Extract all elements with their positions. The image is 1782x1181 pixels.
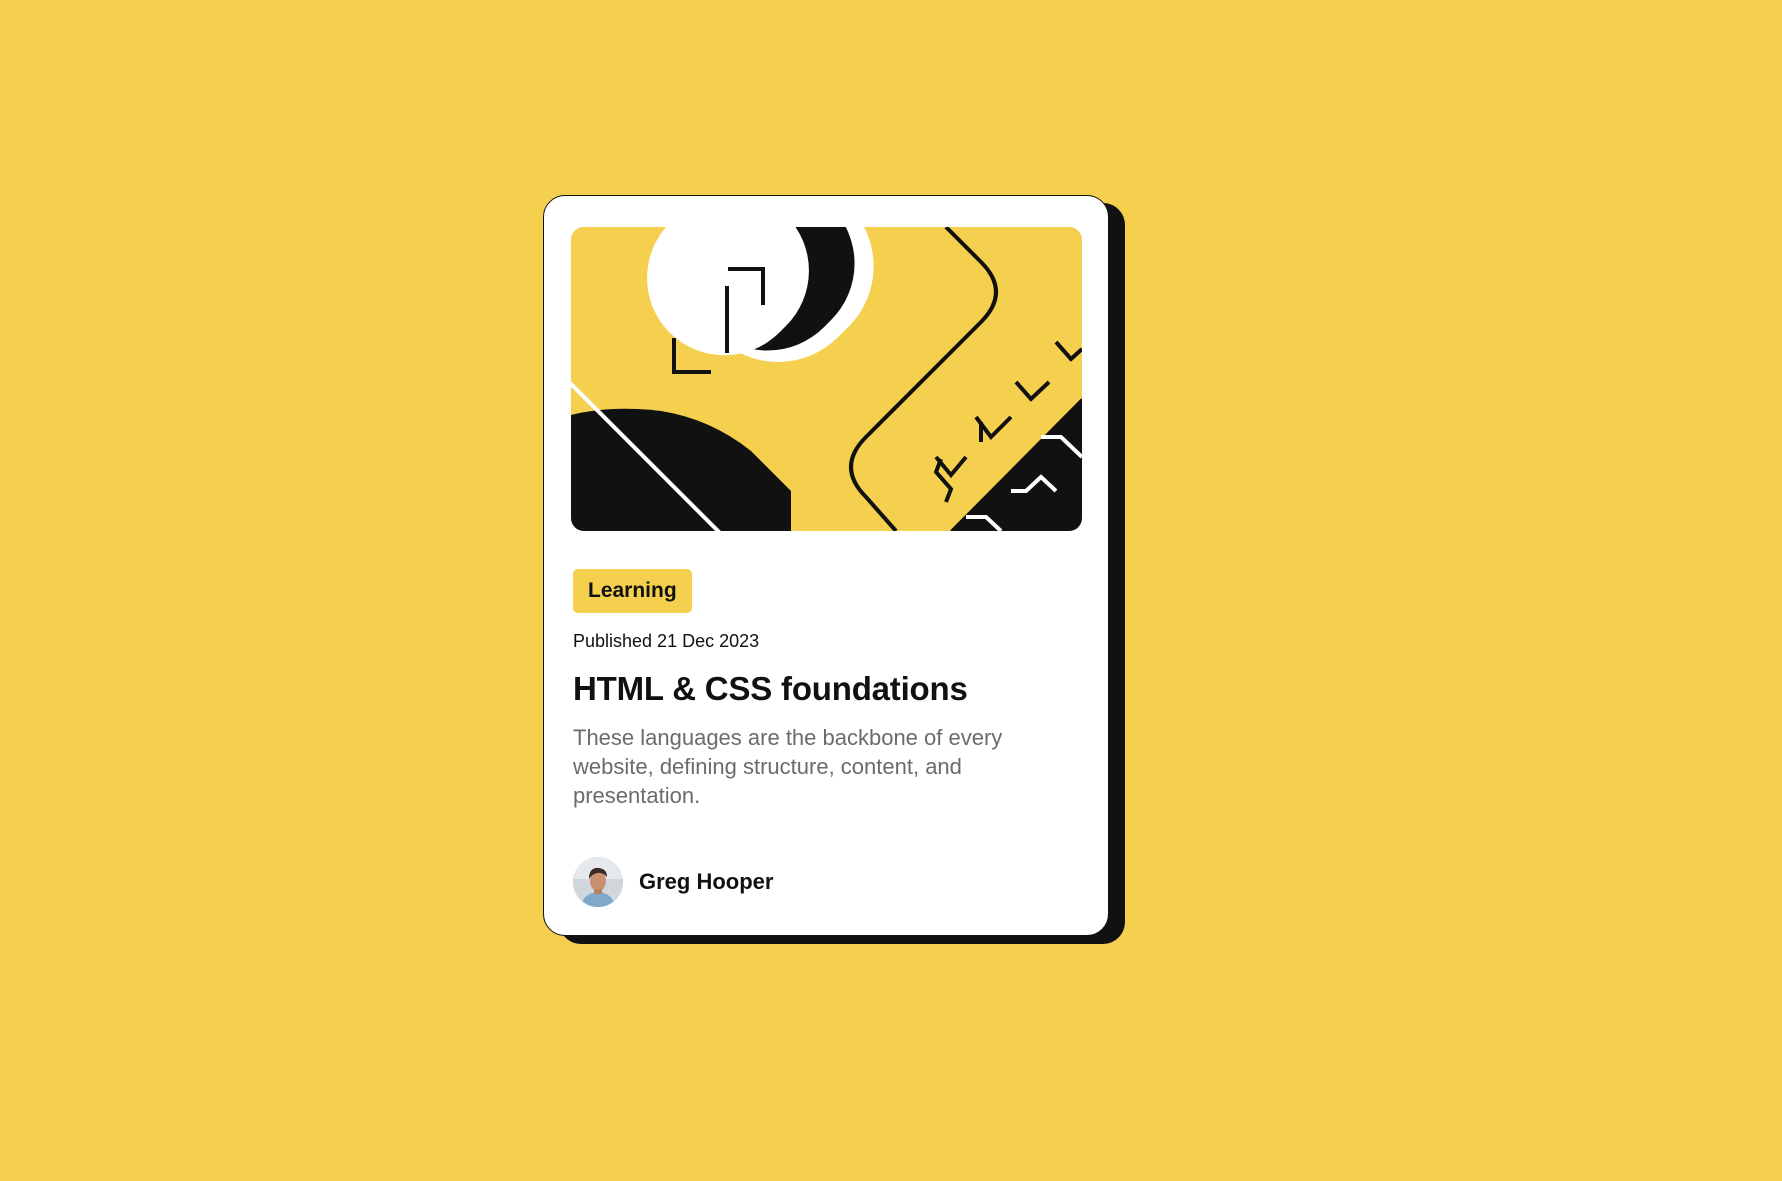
post-description: These languages are the backbone of ever… — [573, 725, 1003, 808]
avatar-photo-icon — [573, 857, 623, 907]
category-tag: Learning — [573, 569, 692, 613]
illustration-icon — [571, 227, 1082, 531]
published-date: Published 21 Dec 2023 — [573, 631, 760, 651]
author: Greg Hooper — [573, 857, 773, 907]
blog-preview-card: Learning Published 21 Dec 2023 HTML & CS… — [543, 195, 1109, 936]
post-title[interactable]: HTML & CSS foundations — [573, 666, 968, 712]
avatar — [573, 857, 623, 907]
author-name: Greg Hooper — [639, 869, 774, 894]
